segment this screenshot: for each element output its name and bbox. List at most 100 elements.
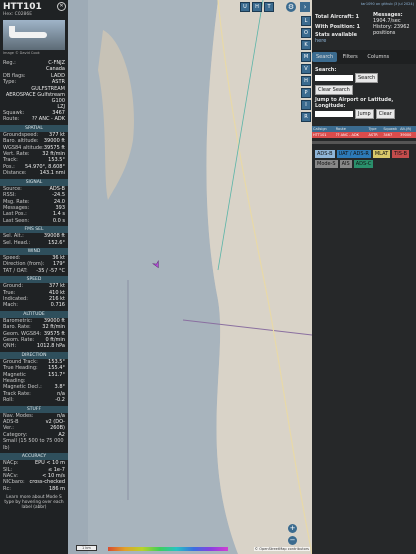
info-label: Roll:: [3, 397, 14, 404]
legend-item: ADS-C: [353, 160, 374, 168]
info-label: Sel. Head.:: [3, 239, 31, 246]
info-row: ADS-B Ver.: v2 (DO-260B): [0, 419, 68, 432]
search-input[interactable]: [315, 75, 353, 81]
info-row: QNH: 1012.8 hPa: [0, 343, 68, 349]
table-scrollbar[interactable]: [312, 141, 416, 144]
table-cell: ?? ANC - ADK: [335, 133, 359, 137]
map-attribution[interactable]: © OpenStreetMap contributors: [253, 547, 310, 551]
map-button-h[interactable]: H: [252, 2, 262, 12]
altitude-legend: [108, 547, 228, 551]
info-label: Rc:: [3, 485, 11, 492]
section-header: SPEED: [0, 276, 68, 284]
info-value: 143.1 nmi: [39, 170, 65, 177]
map-top-buttons: U H T: [240, 2, 274, 12]
expand-panel-icon[interactable]: ›: [300, 2, 310, 12]
info-label: ADS-B Ver.:: [3, 419, 19, 432]
map-side-button-r[interactable]: R: [301, 112, 311, 122]
type-description: GULFSTREAM AEROSPACE Gulfstream G100: [5, 85, 65, 104]
footer-note[interactable]: Learn more about Mode S type by hovering…: [0, 492, 68, 513]
hex-code: Hex: C0286E: [3, 12, 33, 17]
tab-search[interactable]: Search: [312, 52, 338, 62]
section-header: SPATIAL: [0, 124, 68, 132]
map-side-button-o[interactable]: O: [301, 28, 311, 38]
stats-link[interactable]: here: [315, 38, 360, 44]
info-label: Magnetic Heading:: [3, 371, 26, 385]
info-value: 186 m: [48, 485, 65, 492]
column-header[interactable]: Squawk: [382, 127, 399, 131]
route-row: Route:?? ANC - ADK: [3, 116, 65, 123]
info-value: 1012.8 hPa: [36, 343, 65, 350]
total-aircraft: Total Aircraft: 1: [315, 14, 360, 20]
info-row: Magnetic Heading: 151.7°: [0, 372, 68, 385]
detail-sections: SPATIAL Groundspeed: 377 kt Baro. altitude:…: [0, 124, 68, 492]
settings-gear-icon[interactable]: ⚙: [286, 2, 296, 12]
tab-columns[interactable]: Columns: [363, 52, 393, 62]
section-header: SIGNAL: [0, 178, 68, 186]
info-value: 151.7°: [48, 371, 65, 378]
info-value: v2 (DO-260B): [45, 419, 65, 432]
with-position: With Position: 1: [315, 24, 361, 30]
info-row: Small (15 500 to 75 000 lb): [0, 438, 68, 451]
info-label: Mach:: [3, 302, 18, 309]
column-header[interactable]: Callsign: [312, 127, 335, 131]
map-side-button-i[interactable]: I: [301, 100, 311, 110]
column-header[interactable]: Type: [367, 127, 382, 131]
table-cell: 39000: [400, 133, 412, 137]
info-value: 0.0 s: [52, 217, 65, 224]
map-side-button-p[interactable]: P: [301, 88, 311, 98]
table-cell: 3467: [383, 133, 393, 137]
section-header: DIRECTION: [0, 351, 68, 359]
info-row: Distance: 143.1 nmi: [0, 170, 68, 176]
map-button-u[interactable]: U: [240, 2, 250, 12]
info-value: 152.6°: [48, 239, 65, 246]
map-side-button-l[interactable]: L: [301, 16, 311, 26]
zoom-in-button[interactable]: +: [288, 524, 297, 533]
map-side-button-m[interactable]: M: [301, 52, 311, 62]
jump-input[interactable]: [315, 111, 353, 117]
legend-item: TIS-B: [392, 150, 409, 158]
stats-block: Total Aircraft: 1 With Position: 1 Stats…: [312, 6, 416, 44]
close-icon[interactable]: ✕: [57, 2, 66, 11]
legend-item: UAT / ADS-R: [336, 150, 371, 158]
section-header: ACCURACY: [0, 453, 68, 461]
table-cell: ASTR: [368, 133, 378, 137]
history-value: History: 23962 positions: [373, 24, 410, 36]
info-row: TAT / OAT: -35 / -57 °C: [0, 268, 68, 274]
table-row[interactable]: HTT101 ?? ANC - ADK ASTR 3467 39000: [312, 132, 416, 138]
clear-search-button[interactable]: Clear Search: [315, 85, 353, 95]
info-value: -0.2: [55, 397, 65, 404]
clear-jump-button[interactable]: Clear: [375, 109, 395, 119]
map-side-button-v[interactable]: V: [301, 64, 311, 74]
map-side-button-h[interactable]: H: [301, 76, 311, 86]
legend-item: ADS-B: [315, 150, 335, 158]
column-header[interactable]: Alt.(ft): [399, 127, 416, 131]
info-row: Last Seen: 0.0 s: [0, 218, 68, 224]
jump-button[interactable]: Jump: [355, 109, 374, 119]
zoom-out-button[interactable]: −: [288, 536, 297, 545]
tab-filters[interactable]: Filters: [339, 52, 362, 62]
section-header: FMS SEL: [0, 226, 68, 234]
search-button[interactable]: Search: [355, 73, 379, 83]
tab-bar: Search Filters Columns: [312, 50, 416, 64]
aircraft-list-panel: tar1090 on github (3 Jul 2024) Total Air…: [312, 0, 416, 554]
info-row: Mach: 0.716: [0, 302, 68, 308]
jet-tail: [9, 26, 15, 34]
column-header[interactable]: Route: [335, 127, 368, 131]
info-label: QNH:: [3, 343, 17, 350]
legend-item: AIS: [339, 160, 352, 168]
source-legend: ADS-B UAT / ADS-R MLAT TIS-B Mode-S AIS ADS-C: [312, 147, 416, 171]
info-label: Distance:: [3, 170, 27, 177]
map-canvas[interactable]: [68, 0, 312, 554]
info-label: Small (15 500 to 75 000 lb): [3, 438, 64, 451]
info-value: -35 / -57 °C: [36, 267, 65, 274]
section-header: STUFF: [0, 405, 68, 413]
aircraft-photo[interactable]: [3, 20, 65, 50]
scale-bar: 1 km: [76, 545, 97, 551]
section-header: WIND: [0, 247, 68, 255]
map-side-button-k[interactable]: K: [301, 40, 311, 50]
search-area: Search: Search Clear Search Jump to Airp…: [312, 64, 416, 122]
table-cell: HTT101: [313, 133, 327, 137]
map-view[interactable]: U H T ⚙ › LOKMVHPIR + − 1 km © OpenStree…: [68, 0, 312, 554]
map-button-t[interactable]: T: [264, 2, 274, 12]
info-label: TAT / OAT:: [3, 267, 28, 274]
